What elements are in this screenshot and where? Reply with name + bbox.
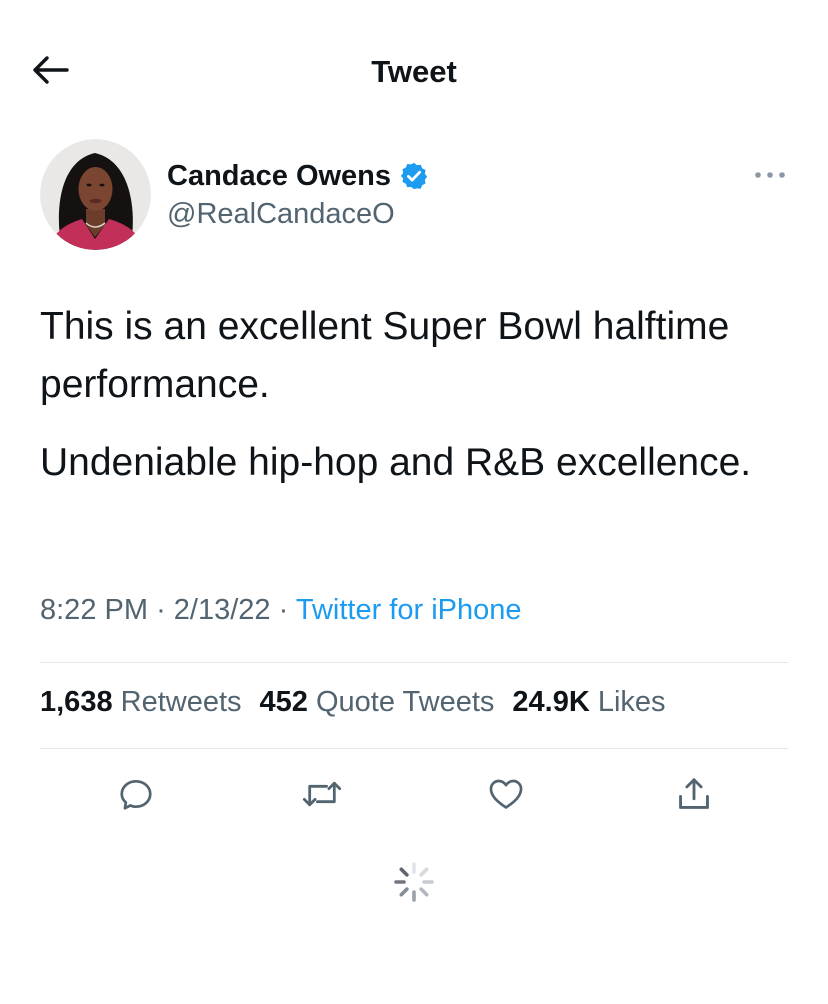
- author-name: Candace Owens: [167, 159, 392, 192]
- share-icon: [679, 778, 709, 809]
- verified-badge-icon: [399, 161, 429, 191]
- retweets-stat[interactable]: 1,638 Retweets: [40, 686, 242, 719]
- quote-tweets-count: 452: [259, 686, 308, 718]
- retweets-label: Retweets: [120, 686, 242, 718]
- quote-tweets-stat[interactable]: 452 Quote Tweets: [260, 686, 495, 719]
- tweet-date: 2/13/22: [173, 594, 271, 626]
- tweet-detail-screen: Tweet Candace Owens @RealCandaceO This i…: [0, 0, 828, 1004]
- likes-stat[interactable]: 24.9K Likes: [512, 686, 665, 719]
- share-button[interactable]: [670, 770, 718, 818]
- page-title: Tweet: [371, 54, 457, 89]
- tweet-text: This is an excellent Super Bowl halftime…: [40, 298, 800, 512]
- tweet-time: 8:22 PM: [40, 594, 148, 626]
- heart-icon: [489, 779, 523, 809]
- engagement-stats: 1,638 Retweets 452 Quote Tweets 24.9K Li…: [40, 686, 666, 719]
- more-horizontal-icon: [755, 172, 785, 178]
- retweet-icon: [302, 781, 342, 807]
- quote-tweets-label: Quote Tweets: [315, 686, 495, 718]
- author-handle[interactable]: @RealCandaceO: [167, 198, 395, 231]
- reply-icon: [120, 779, 152, 810]
- retweets-count: 1,638: [40, 686, 113, 718]
- retweet-button[interactable]: [298, 770, 346, 818]
- tweet-paragraph: Undeniable hip-hop and R&B excellence.: [40, 441, 752, 484]
- reply-button[interactable]: [112, 770, 160, 818]
- likes-label: Likes: [597, 686, 666, 718]
- avatar[interactable]: [40, 139, 151, 250]
- divider: [40, 748, 788, 749]
- author-name-row[interactable]: Candace Owens: [167, 156, 429, 196]
- meta-separator: ·: [278, 594, 289, 626]
- like-button[interactable]: [482, 770, 530, 818]
- loading-spinner-icon: [394, 862, 434, 902]
- tweet-source-link[interactable]: Twitter for iPhone: [296, 594, 522, 626]
- profile-photo: [40, 139, 151, 250]
- meta-separator: ·: [156, 594, 166, 626]
- divider: [40, 662, 788, 663]
- tweet-paragraph: This is an excellent Super Bowl halftime…: [40, 305, 730, 406]
- tweet-meta: 8:22 PM · 2/13/22 · Twitter for iPhone: [40, 594, 522, 627]
- more-options-button[interactable]: [748, 160, 792, 190]
- likes-count: 24.9K: [512, 686, 590, 718]
